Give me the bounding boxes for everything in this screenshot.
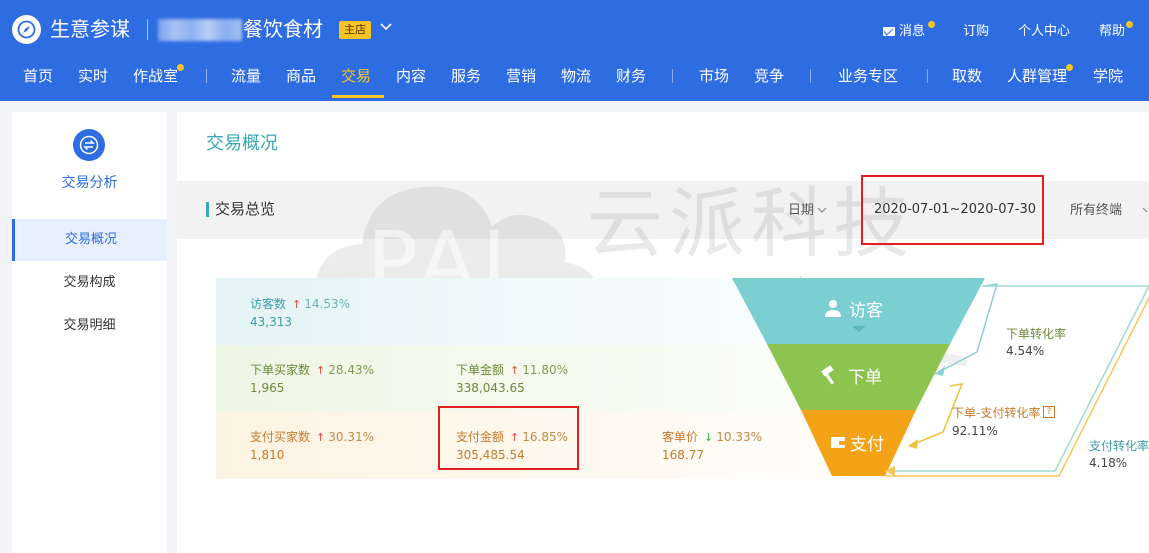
- help-icon[interactable]: ?: [1043, 406, 1055, 418]
- nav-academy[interactable]: 学院: [1093, 64, 1123, 88]
- nav-home[interactable]: 首页: [23, 64, 53, 88]
- main-content: 交易概况 交易总览 日期 2020-07-01~2020-07-30 所有终端 …: [177, 112, 1149, 553]
- rate-label-pay-conversion: 支付转化率: [1089, 439, 1149, 453]
- nav-market[interactable]: 市场: [699, 64, 729, 88]
- sidebar-item-overview[interactable]: 交易概况: [12, 219, 167, 261]
- metric-visitors[interactable]: 访客数 ↑ 14.53% 43,313: [250, 296, 350, 330]
- nav-war-room[interactable]: 作战室: [133, 64, 178, 88]
- terminal-chevron-down-icon[interactable]: [1143, 207, 1149, 214]
- rate-value-pay-conversion: 4.18%: [1089, 456, 1128, 470]
- sidebar-item-details[interactable]: 交易明细: [12, 305, 167, 347]
- sidebar: 交易分析 交易概况 交易构成 交易明细: [12, 112, 167, 553]
- header-link-subscribe[interactable]: 订购: [963, 23, 989, 41]
- app-root: 生意参谋 餐饮食材 主店 消息 订购 个人中心 帮助 首页 实时 作战室 流量 …: [0, 0, 1149, 553]
- arrow-down-icon: ↓: [704, 431, 714, 444]
- metric-change: 11.80%: [522, 363, 568, 377]
- arrow-up-icon: ↑: [316, 431, 326, 444]
- section-marker: [206, 202, 209, 217]
- metric-pay-buyers[interactable]: 支付买家数 ↑ 30.31% 1,810: [250, 429, 374, 463]
- nav-traffic[interactable]: 流量: [231, 64, 261, 88]
- metric-value: 43,313: [250, 315, 292, 329]
- pay-amount-highlight: [438, 406, 579, 470]
- metric-label: 支付买家数: [250, 430, 311, 444]
- arrow-up-icon: ↑: [316, 364, 326, 377]
- nav-separator: [206, 69, 207, 83]
- metric-change: 28.43%: [328, 363, 374, 377]
- rate-value-order-pay-conversion: 92.11%: [952, 424, 998, 438]
- nav-data-fetch[interactable]: 取数: [952, 64, 982, 88]
- metric-unit-price[interactable]: 客单价 ↓ 10.33% 168.77: [662, 429, 762, 463]
- nav-realtime[interactable]: 实时: [78, 64, 108, 88]
- section-title: 交易总览: [215, 200, 276, 218]
- message-icon[interactable]: [883, 27, 895, 36]
- metric-order-amount[interactable]: 下单金额 ↑ 11.80% 338,043.65: [456, 362, 568, 396]
- sidebar-section-title: 交易分析: [61, 175, 118, 191]
- arrow-up-icon: ↑: [510, 364, 520, 377]
- shop-name-redacted: [158, 19, 242, 41]
- metric-change: 30.31%: [328, 430, 374, 444]
- sidebar-item-composition[interactable]: 交易构成: [12, 262, 167, 304]
- header-link-messages[interactable]: 消息: [899, 23, 925, 41]
- date-chevron-down-icon[interactable]: [817, 207, 827, 214]
- transaction-exchange-icon: [73, 129, 105, 161]
- funnel-label-pay: 支付: [850, 435, 884, 455]
- rate-label-order-pay-conversion: 下单-支付转化率: [952, 406, 1041, 420]
- rate-value-order-conversion: 4.54%: [1006, 344, 1045, 358]
- shop-badge: 主店: [339, 21, 371, 39]
- nav-separator: [672, 69, 673, 83]
- header-link-help[interactable]: 帮助: [1099, 23, 1125, 41]
- rate-label-order-conversion: 下单转化率: [1006, 327, 1067, 341]
- nav-war-room-dot: [177, 64, 184, 71]
- connector-order-conversion: [934, 283, 999, 375]
- nav-content[interactable]: 内容: [396, 64, 426, 88]
- page-title: 交易概况: [206, 133, 278, 154]
- nav-service[interactable]: 服务: [451, 64, 481, 88]
- metric-value: 338,043.65: [456, 381, 525, 395]
- message-notification-dot: [928, 21, 935, 28]
- nav-separator: [927, 69, 928, 83]
- nav-marketing[interactable]: 营销: [506, 64, 536, 88]
- metric-value: 1,810: [250, 448, 285, 462]
- nav-business-zone[interactable]: 业务专区: [838, 64, 898, 88]
- nav-audience[interactable]: 人群管理: [1007, 64, 1067, 88]
- help-notification-dot: [1126, 21, 1133, 28]
- date-selector[interactable]: 日期: [788, 202, 814, 220]
- compass-logo-icon[interactable]: [12, 15, 41, 44]
- metric-change: 14.53%: [304, 297, 350, 311]
- date-range-highlight: [861, 175, 1044, 245]
- nav-products[interactable]: 商品: [286, 64, 316, 88]
- arrow-up-icon: ↑: [292, 298, 302, 311]
- metric-label: 客单价: [662, 430, 699, 444]
- metric-label: 下单买家数: [250, 363, 311, 377]
- metric-label: 访客数: [250, 297, 287, 311]
- funnel-label-visit: 访客: [849, 301, 883, 321]
- top-header: 生意参谋 餐饮食材 主店 消息 订购 个人中心 帮助 首页 实时 作战室 流量 …: [0, 0, 1149, 101]
- header-link-profile[interactable]: 个人中心: [1018, 23, 1070, 41]
- metric-change: 10.33%: [716, 430, 762, 444]
- nav-transactions[interactable]: 交易: [341, 64, 371, 88]
- shop-switch-chevron-down-icon[interactable]: [379, 21, 393, 33]
- funnel-label-order: 下单: [848, 368, 882, 388]
- nav-active-underline: [332, 95, 384, 98]
- nav-competition[interactable]: 竞争: [754, 64, 784, 88]
- nav-logistics[interactable]: 物流: [561, 64, 591, 88]
- nav-finance[interactable]: 财务: [616, 64, 646, 88]
- metric-value: 168.77: [662, 448, 704, 462]
- app-title[interactable]: 生意参谋: [50, 15, 130, 43]
- title-divider: [147, 19, 148, 40]
- metric-label: 下单金额: [456, 363, 505, 377]
- metric-order-buyers[interactable]: 下单买家数 ↑ 28.43% 1,965: [250, 362, 374, 396]
- terminal-selector[interactable]: 所有终端: [1070, 202, 1122, 220]
- shop-name[interactable]: 餐饮食材: [243, 15, 323, 43]
- nav-separator: [810, 69, 811, 83]
- nav-audience-dot: [1066, 64, 1073, 71]
- metric-value: 1,965: [250, 381, 285, 395]
